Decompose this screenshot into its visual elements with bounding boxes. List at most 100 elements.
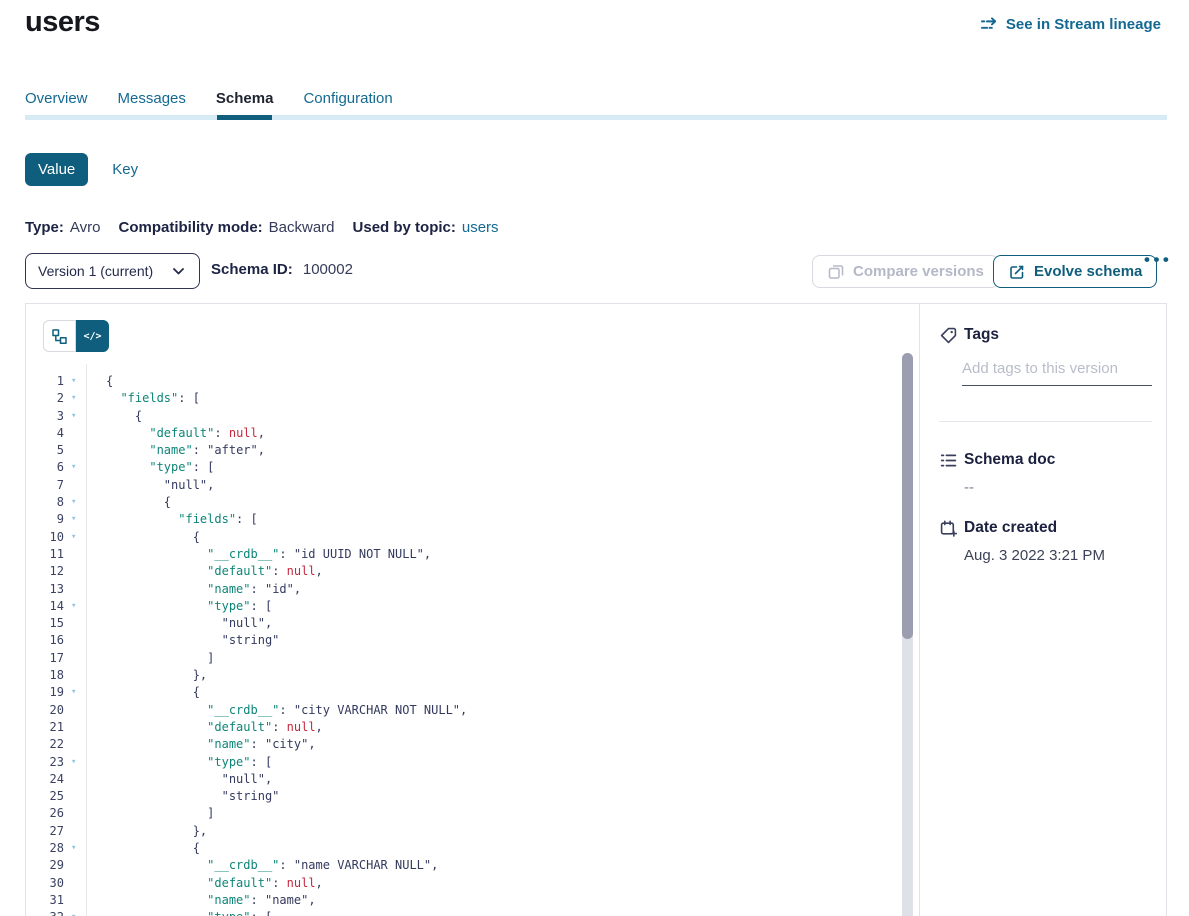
fold-spacer: [64, 771, 86, 788]
code-text: {: [86, 494, 171, 511]
line-number: 22: [26, 736, 64, 753]
code-text: "fields": [: [86, 511, 258, 528]
code-line: 19▾ {: [26, 684, 919, 701]
fold-spacer: [64, 823, 86, 840]
line-number: 24: [26, 771, 64, 788]
line-number: 27: [26, 823, 64, 840]
line-number: 17: [26, 650, 64, 667]
fold-spacer: [64, 875, 86, 892]
line-number: 16: [26, 632, 64, 649]
fold-toggle-icon[interactable]: ▾: [64, 511, 86, 528]
compatibility-label: Compatibility mode:: [118, 219, 262, 236]
fold-spacer: [64, 581, 86, 598]
fold-toggle-icon[interactable]: ▾: [64, 390, 86, 407]
code-text: "string": [86, 632, 279, 649]
line-number: 28: [26, 840, 64, 857]
tab-messages[interactable]: Messages: [118, 90, 186, 115]
line-number: 11: [26, 546, 64, 563]
tab-schema[interactable]: Schema: [216, 90, 274, 115]
key-toggle-button[interactable]: Key: [112, 161, 138, 178]
code-text: {: [86, 529, 200, 546]
code-view-button[interactable]: </>: [76, 320, 109, 352]
fold-toggle-icon[interactable]: ▾: [64, 840, 86, 857]
tab-bar: Overview Messages Schema Configuration: [25, 90, 393, 115]
code-line: 3▾ {: [26, 408, 919, 425]
fold-toggle-icon[interactable]: ▾: [64, 909, 86, 916]
fold-toggle-icon[interactable]: ▾: [64, 494, 86, 511]
fold-toggle-icon[interactable]: ▾: [64, 754, 86, 771]
fold-spacer: [64, 788, 86, 805]
code-text: ]: [86, 650, 214, 667]
code-line: 26 ]: [26, 805, 919, 822]
code-line: 13 "name": "id",: [26, 581, 919, 598]
fold-spacer: [64, 805, 86, 822]
tab-configuration[interactable]: Configuration: [303, 90, 392, 115]
line-number: 13: [26, 581, 64, 598]
code-text: "null",: [86, 771, 272, 788]
value-key-toggle: Value Key: [25, 153, 138, 186]
tab-underline-active: [217, 115, 272, 120]
tree-view-button[interactable]: [43, 320, 76, 352]
value-toggle-button[interactable]: Value: [25, 153, 88, 186]
editor-scrollbar-thumb[interactable]: [902, 353, 913, 639]
more-options-button[interactable]: •••: [1144, 250, 1172, 270]
calendar-plus-icon: [939, 519, 957, 537]
code-lines[interactable]: 1▾{2▾ "fields": [3▾ {4 "default": null,5…: [26, 364, 919, 916]
fold-spacer: [64, 857, 86, 874]
code-line: 8▾ {: [26, 494, 919, 511]
code-line: 28▾ {: [26, 840, 919, 857]
code-text: "default": null,: [86, 719, 323, 736]
fold-toggle-icon[interactable]: ▾: [64, 529, 86, 546]
line-number: 14: [26, 598, 64, 615]
tab-overview[interactable]: Overview: [25, 90, 88, 115]
code-line: 11 "__crdb__": "id UUID NOT NULL",: [26, 546, 919, 563]
line-number: 23: [26, 754, 64, 771]
code-text: ]: [86, 805, 214, 822]
code-text: "__crdb__": "city VARCHAR NOT NULL",: [86, 702, 467, 719]
line-number: 26: [26, 805, 64, 822]
fold-toggle-icon[interactable]: ▾: [64, 598, 86, 615]
fold-spacer: [64, 546, 86, 563]
used-by-topic-link[interactable]: users: [462, 219, 499, 236]
line-number: 20: [26, 702, 64, 719]
fold-toggle-icon[interactable]: ▾: [64, 408, 86, 425]
tags-input[interactable]: [962, 356, 1152, 386]
fold-toggle-icon[interactable]: ▾: [64, 684, 86, 701]
schema-meta-row: Type: Avro Compatibility mode: Backward …: [25, 219, 499, 236]
fold-spacer: [64, 442, 86, 459]
fold-spacer: [64, 736, 86, 753]
version-select[interactable]: Version 1 (current): [25, 253, 200, 289]
code-text: {: [86, 373, 113, 390]
code-line: 5 "name": "after",: [26, 442, 919, 459]
editor-scrollbar-track[interactable]: [902, 353, 913, 916]
line-number: 8: [26, 494, 64, 511]
tags-heading: Tags: [964, 326, 999, 344]
code-line: 30 "default": null,: [26, 875, 919, 892]
fold-spacer: [64, 892, 86, 909]
line-number: 30: [26, 875, 64, 892]
stream-lineage-link[interactable]: See in Stream lineage: [981, 15, 1161, 33]
fold-toggle-icon[interactable]: ▾: [64, 459, 86, 476]
fold-spacer: [64, 425, 86, 442]
code-line: 14▾ "type": [: [26, 598, 919, 615]
code-text: "name": "id",: [86, 581, 301, 598]
code-text: "type": [: [86, 754, 272, 771]
compare-versions-button[interactable]: Compare versions: [812, 255, 999, 288]
code-text: },: [86, 667, 207, 684]
code-editor-area: </> 1▾{2▾ "fields": [3▾ {4 "default": nu…: [26, 304, 919, 916]
evolve-schema-label: Evolve schema: [1034, 263, 1142, 280]
evolve-schema-button[interactable]: Evolve schema: [993, 255, 1157, 288]
schema-doc-heading: Schema doc: [964, 451, 1055, 469]
fold-toggle-icon[interactable]: ▾: [64, 373, 86, 390]
code-line: 32▾ "type": [: [26, 909, 919, 916]
line-number: 15: [26, 615, 64, 632]
line-number: 29: [26, 857, 64, 874]
code-text: "type": [: [86, 459, 214, 476]
code-line: 23▾ "type": [: [26, 754, 919, 771]
code-line: 9▾ "fields": [: [26, 511, 919, 528]
line-number: 6: [26, 459, 64, 476]
code-text: "name": "city",: [86, 736, 316, 753]
code-line: 22 "name": "city",: [26, 736, 919, 753]
code-text: "default": null,: [86, 563, 323, 580]
code-text: "default": null,: [86, 875, 323, 892]
